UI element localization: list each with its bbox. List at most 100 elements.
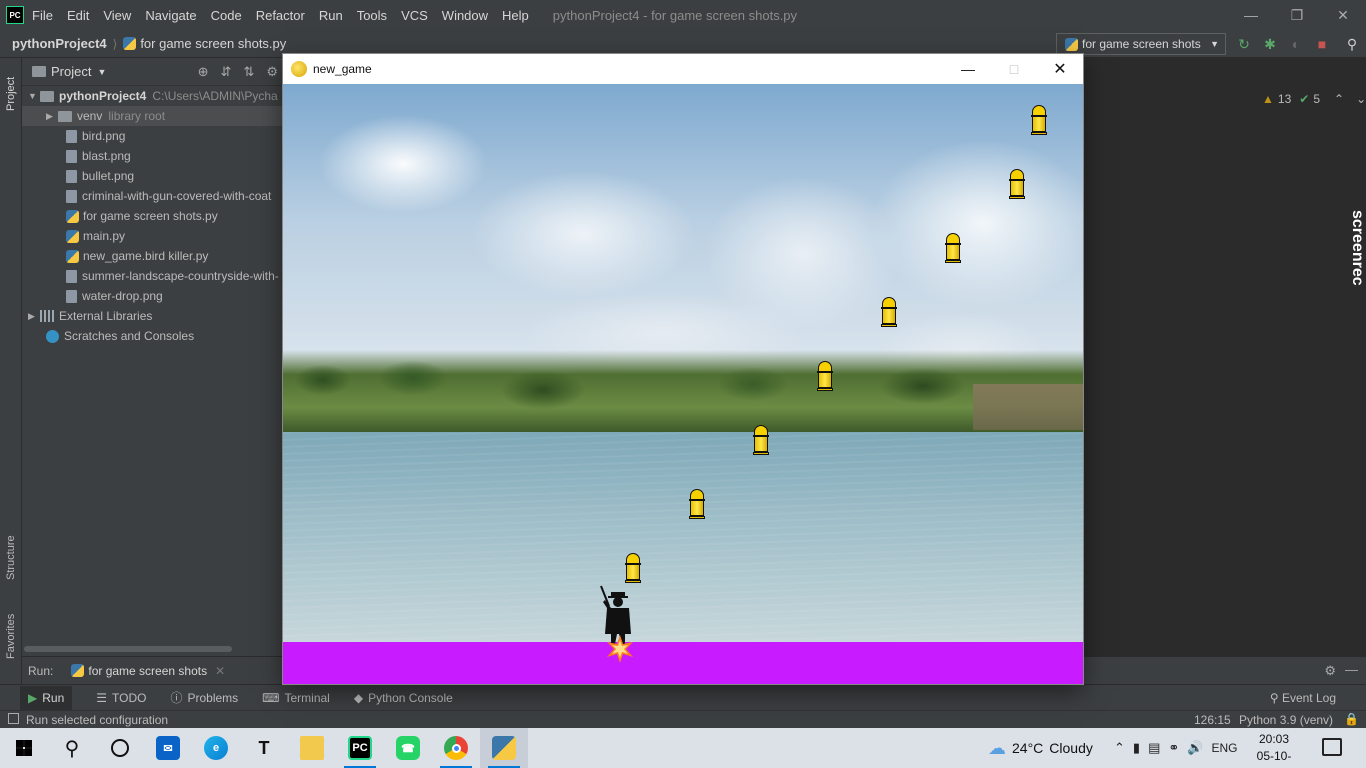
breadcrumb-file[interactable]: for game screen shots.py [140,36,286,51]
chevron-right-icon[interactable]: ▶ [46,111,58,122]
python-icon [492,736,516,760]
inspection-widget[interactable]: ▲ 13 ✔ 5 ⌃ ⌄ [1262,92,1366,106]
collapse-all-icon[interactable]: ⇅ [243,64,254,80]
menu-vcs[interactable]: VCS [401,8,428,23]
tab-project-vertical[interactable]: Project [0,64,22,124]
taskbar-whatsapp[interactable]: ☎ [384,728,432,768]
minimize-panel-icon[interactable]: — [1345,662,1358,677]
tree-item-file[interactable]: summer-landscape-countryside-with- [22,266,284,286]
taskbar-clock[interactable]: 20:03 05-10-2021 [1246,731,1302,768]
run-tab[interactable]: for game screen shots ✕ [71,664,225,678]
tree-item-label: venv [77,109,103,123]
tab-run[interactable]: ▶ Run [20,685,73,710]
windows-start-button[interactable] [0,728,48,768]
chevron-up-icon[interactable]: ⌃ [1114,740,1125,756]
coverage-icon[interactable]: ◐ [1288,36,1304,52]
cortana-button[interactable] [96,728,144,768]
cursor-position[interactable]: 126:15 [1194,713,1231,727]
chevron-down-icon[interactable]: ⌄ [1356,92,1366,106]
minimize-icon[interactable]: — [1228,0,1274,30]
tree-item-file[interactable]: bullet.png [22,166,284,186]
link-icon[interactable]: ⚭ [1168,740,1179,756]
tree-item-file[interactable]: water-drop.png [22,286,284,306]
menu-tools[interactable]: Tools [357,8,387,23]
network-icon[interactable]: ▤ [1148,740,1160,756]
tree-item-file[interactable]: for game screen shots.py [22,206,284,226]
tree-item-file[interactable]: new_game.bird killer.py [22,246,284,266]
menu-window[interactable]: Window [442,8,488,23]
chevron-right-icon[interactable]: ▶ [28,311,40,322]
menu-run[interactable]: Run [319,8,343,23]
chevron-down-icon[interactable]: ▼ [28,91,40,101]
close-icon[interactable]: ✕ [1037,54,1083,84]
gear-icon[interactable]: ⚙ [266,64,278,80]
tab-todo[interactable]: ☰ TODO [96,691,146,705]
taskbar-pycharm[interactable]: PC [336,728,384,768]
project-panel-title[interactable]: Project [51,64,91,79]
typora-icon: T [258,737,270,758]
lock-icon[interactable]: 🔒 [1344,712,1359,726]
menu-navigate[interactable]: Navigate [145,8,196,23]
volume-icon[interactable]: 🔊 [1187,740,1203,756]
stop-icon[interactable]: ■ [1314,36,1330,52]
taskbar-chrome[interactable] [432,728,480,768]
battery-icon[interactable]: ▮ [1133,740,1140,756]
tab-python-console[interactable]: ◆ Python Console [354,691,453,705]
language-indicator[interactable]: ENG [1211,741,1237,755]
menu-file[interactable]: File [32,8,53,23]
event-log-button[interactable]: ⚲ Event Log [1270,691,1336,705]
tab-structure-vertical[interactable]: Structure [0,518,22,598]
tree-item-scratches[interactable]: Scratches and Consoles [22,326,284,346]
tree-item-project-root[interactable]: ▼ pythonProject4 C:\Users\ADMIN\Pycha [22,86,284,106]
search-icon[interactable]: ⚲ [1344,36,1360,52]
game-titlebar[interactable]: new_game — □ ✕ [283,54,1083,84]
maximize-icon[interactable]: □ [991,54,1037,84]
taskbar-python[interactable] [480,728,528,768]
tree-item-file[interactable]: criminal-with-gun-covered-with-coat [22,186,284,206]
notification-icon[interactable] [1322,738,1342,756]
python-interpreter[interactable]: Python 3.9 (venv) [1239,713,1333,727]
cliff-background [973,384,1083,430]
layout-icon[interactable] [8,713,19,724]
expand-all-icon[interactable]: ⇵ [221,64,232,80]
locate-icon[interactable]: ⊕ [198,64,209,80]
warning-icon: ▲ [1262,92,1274,106]
run-config-dropdown[interactable]: for game screen shots ▼ [1056,33,1226,55]
breadcrumb-project[interactable]: pythonProject4 [12,36,107,51]
ide-window-title: pythonProject4 - for game screen shots.p… [552,7,798,23]
menu-refactor[interactable]: Refactor [256,8,305,23]
tree-item-external-libraries[interactable]: ▶ External Libraries [22,306,284,326]
chevron-up-icon[interactable]: ⌃ [1334,92,1344,106]
taskbar-explorer[interactable] [288,728,336,768]
tab-favorites-vertical[interactable]: Favorites [0,606,22,666]
search-button[interactable]: ⚲ [48,728,96,768]
chevron-down-icon[interactable]: ▼ [97,67,106,77]
game-canvas[interactable] [283,84,1083,684]
tree-item-venv[interactable]: ▶ venv library root [22,106,284,126]
taskbar-mail[interactable]: ✉ [144,728,192,768]
tree-item-file[interactable]: bird.png [22,126,284,146]
image-file-icon [66,189,77,203]
treeline-background [283,350,1083,432]
menu-view[interactable]: View [103,8,131,23]
weather-widget[interactable]: ☁ 24°C Cloudy [988,728,1093,768]
minimize-icon[interactable]: — [945,54,991,84]
close-icon[interactable]: ✕ [1320,0,1366,30]
tree-item-file[interactable]: main.py [22,226,284,246]
pycharm-logo-icon: PC [6,6,24,24]
close-icon[interactable]: ✕ [215,664,225,678]
taskbar-edge[interactable]: e [192,728,240,768]
menu-edit[interactable]: Edit [67,8,89,23]
menu-help[interactable]: Help [502,8,529,23]
restore-icon[interactable]: ❐ [1274,0,1320,30]
tree-item-file[interactable]: blast.png [22,146,284,166]
muzzle-blast [605,634,635,664]
tab-terminal[interactable]: ⌨ Terminal [262,691,330,705]
rerun-icon[interactable]: ↻ [1236,36,1252,52]
debug-icon[interactable]: ✱ [1262,36,1278,52]
horizontal-scrollbar[interactable] [24,646,232,652]
tab-problems[interactable]: ⓘ Problems [170,689,238,706]
taskbar-typora[interactable]: T [240,728,288,768]
gear-icon[interactable]: ⚙ [1324,663,1336,679]
menu-code[interactable]: Code [211,8,242,23]
